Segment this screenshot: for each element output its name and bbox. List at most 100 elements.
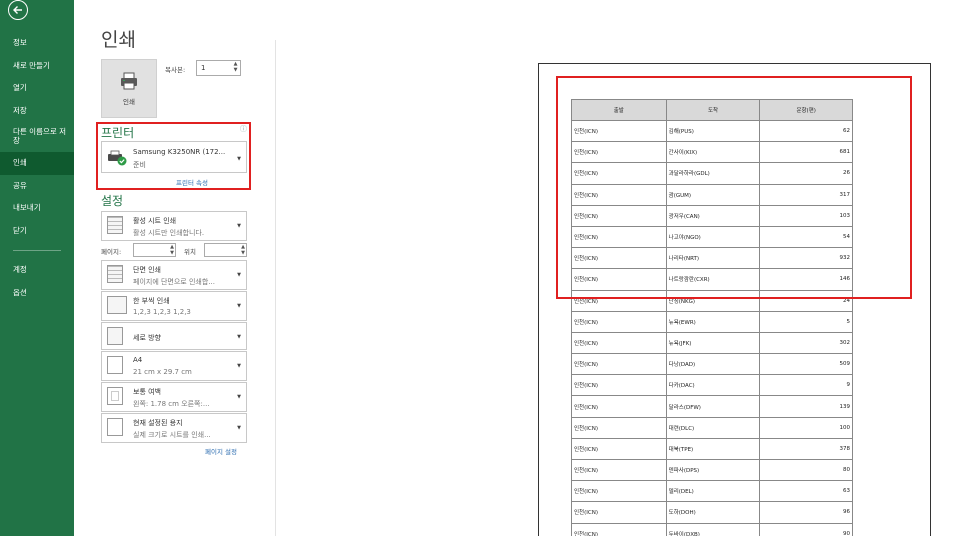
nav-item-share[interactable]: 공유	[0, 175, 74, 198]
nav-item-info[interactable]: 정보	[0, 32, 74, 55]
table-cell: 인천(ICN)	[571, 374, 667, 397]
pages-label: 페이지:	[101, 248, 122, 256]
collate-icon	[107, 296, 127, 314]
table-cell: 인천(ICN)	[571, 353, 667, 376]
table-cell: 대련(DLC)	[665, 416, 761, 439]
chevron-down-icon: ▼	[237, 272, 241, 278]
print-button-label: 인쇄	[123, 98, 135, 106]
copies-spinner[interactable]: ▲ ▼	[231, 61, 240, 75]
table-cell: 인천(ICN)	[571, 437, 667, 461]
table-cell: 덴파사(DPS)	[665, 458, 761, 482]
nav-item-export[interactable]: 내보내기	[0, 197, 74, 220]
table-cell: 달라스(DFW)	[665, 395, 761, 418]
chevron-down-icon: ▼	[237, 425, 241, 431]
setting-margins[interactable]: 보통 여백 왼쪽: 1.78 cm 오른쪽:... ▼	[101, 382, 247, 412]
nav-item-new[interactable]: 새로 만들기	[0, 55, 74, 78]
copies-input[interactable]: 1 ▲ ▼	[196, 60, 241, 76]
nav-item-save[interactable]: 저장	[0, 100, 74, 123]
nav-item-close[interactable]: 닫기	[0, 220, 74, 243]
table-cell: 9	[759, 374, 853, 397]
sheet-icon	[107, 216, 123, 234]
portrait-icon	[107, 327, 123, 345]
setting-orientation[interactable]: 세로 방향 ▼	[101, 322, 247, 350]
table-cell: 인천(ICN)	[571, 310, 667, 333]
setting-title: 보통 여백	[133, 388, 161, 396]
table-cell: 인천(ICN)	[571, 522, 667, 536]
setting-title: 활성 시트 인쇄	[133, 217, 177, 225]
pages-to-input[interactable]: ▲ ▼	[204, 243, 247, 257]
table-cell: 139	[759, 395, 853, 418]
setting-sides[interactable]: 단면 인쇄 페이지에 단면으로 인쇄합... ▼	[101, 260, 247, 290]
table-cell: 델리(DEL)	[665, 480, 761, 503]
setting-scaling[interactable]: 현재 설정된 용지 실제 크기로 시트를 인쇄... ▼	[101, 413, 247, 443]
table-row: 인천(ICN) 대련(DLC) 100	[571, 416, 853, 439]
setting-title: 세로 방향	[133, 334, 161, 342]
table-cell: 인천(ICN)	[571, 395, 667, 418]
backstage-nav: 정보 새로 만들기 열기 저장 다른 이름으로 저장 인쇄 공유 내보내기 닫기…	[0, 32, 74, 304]
setting-subtitle: 실제 크기로 시트를 인쇄...	[133, 431, 211, 439]
pages-range-row: 페이지: ▲ ▼ 위치 ▲ ▼	[101, 243, 247, 259]
printer-icon	[121, 72, 137, 90]
table-cell: 5	[759, 310, 853, 333]
pages-to-spinner[interactable]: ▲ ▼	[241, 244, 245, 256]
setting-collation[interactable]: 한 부씩 인쇄 1,2,3 1,2,3 1,2,3 ▼	[101, 291, 247, 321]
chevron-down-icon: ▼	[237, 334, 241, 340]
nav-item-options[interactable]: 옵션	[0, 282, 74, 305]
setting-title: 한 부씩 인쇄	[133, 297, 170, 305]
table-cell: 인천(ICN)	[571, 458, 667, 482]
page-setup-link[interactable]: 페이지 설정	[205, 446, 237, 456]
table-cell: 두바이(DXB)	[665, 522, 761, 536]
table-row: 인천(ICN) 뉴욕(EWR) 5	[571, 310, 853, 333]
copies-value: 1	[201, 64, 206, 72]
nav-divider	[13, 250, 61, 251]
nav-item-open[interactable]: 열기	[0, 77, 74, 100]
nav-item-save-as[interactable]: 다른 이름으로 저장	[0, 122, 74, 152]
one-sided-icon	[107, 265, 123, 283]
table-cell: 다낭(DAD)	[665, 353, 761, 376]
scaling-icon	[107, 418, 123, 436]
panel-divider	[275, 40, 276, 536]
table-cell: 인천(ICN)	[571, 501, 667, 524]
highlight-box-preview	[556, 76, 912, 299]
margins-icon	[107, 387, 123, 405]
setting-subtitle: 21 cm x 29.7 cm	[133, 368, 192, 376]
table-cell: 509	[759, 353, 853, 376]
table-cell: 인천(ICN)	[571, 480, 667, 503]
pages-to-label: 위치	[184, 248, 196, 256]
table-row: 인천(ICN) 달라스(DFW) 139	[571, 395, 853, 418]
table-cell: 63	[759, 480, 853, 503]
table-cell: 378	[759, 437, 853, 461]
table-row: 인천(ICN) 덴파사(DPS) 80	[571, 458, 853, 482]
backstage-sidebar: 정보 새로 만들기 열기 저장 다른 이름으로 저장 인쇄 공유 내보내기 닫기…	[0, 0, 74, 536]
pages-from-input[interactable]: ▲ ▼	[133, 243, 176, 257]
table-row: 인천(ICN) 다카(DAC) 9	[571, 374, 853, 397]
setting-print-active-sheets[interactable]: 활성 시트 인쇄 활성 시트만 인쇄합니다. ▼	[101, 211, 247, 241]
back-arrow-icon[interactable]	[8, 0, 28, 20]
setting-title: 현재 설정된 용지	[133, 419, 183, 427]
setting-subtitle: 왼쪽: 1.78 cm 오른쪽:...	[133, 400, 210, 408]
table-cell: 다카(DAC)	[665, 374, 761, 397]
table-row: 인천(ICN) 델리(DEL) 63	[571, 480, 853, 503]
table-row: 인천(ICN) 다낭(DAD) 509	[571, 353, 853, 376]
chevron-down-icon: ▼	[237, 303, 241, 309]
setting-title: 단면 인쇄	[133, 266, 161, 274]
table-cell: 100	[759, 416, 853, 439]
paper-size-icon	[107, 356, 123, 374]
table-row: 인천(ICN) 도하(DOH) 96	[571, 501, 853, 524]
table-cell: 302	[759, 331, 853, 355]
table-cell: 80	[759, 458, 853, 482]
chevron-down-icon: ▼	[237, 223, 241, 229]
nav-item-print[interactable]: 인쇄	[0, 152, 74, 175]
table-cell: 96	[759, 501, 853, 524]
setting-title: A4	[133, 356, 143, 364]
setting-paper-size[interactable]: A4 21 cm x 29.7 cm ▼	[101, 351, 247, 381]
table-row: 인천(ICN) 뉴욕(JFK) 302	[571, 331, 853, 355]
nav-item-account[interactable]: 계정	[0, 259, 74, 282]
print-button[interactable]: 인쇄	[101, 59, 157, 118]
pages-from-spinner[interactable]: ▲ ▼	[170, 244, 174, 256]
table-cell: 인천(ICN)	[571, 331, 667, 355]
copies-label: 복사본:	[165, 66, 186, 74]
table-cell: 도하(DOH)	[665, 501, 761, 524]
table-cell: 인천(ICN)	[571, 416, 667, 439]
table-cell: 대북(TPE)	[665, 437, 761, 461]
